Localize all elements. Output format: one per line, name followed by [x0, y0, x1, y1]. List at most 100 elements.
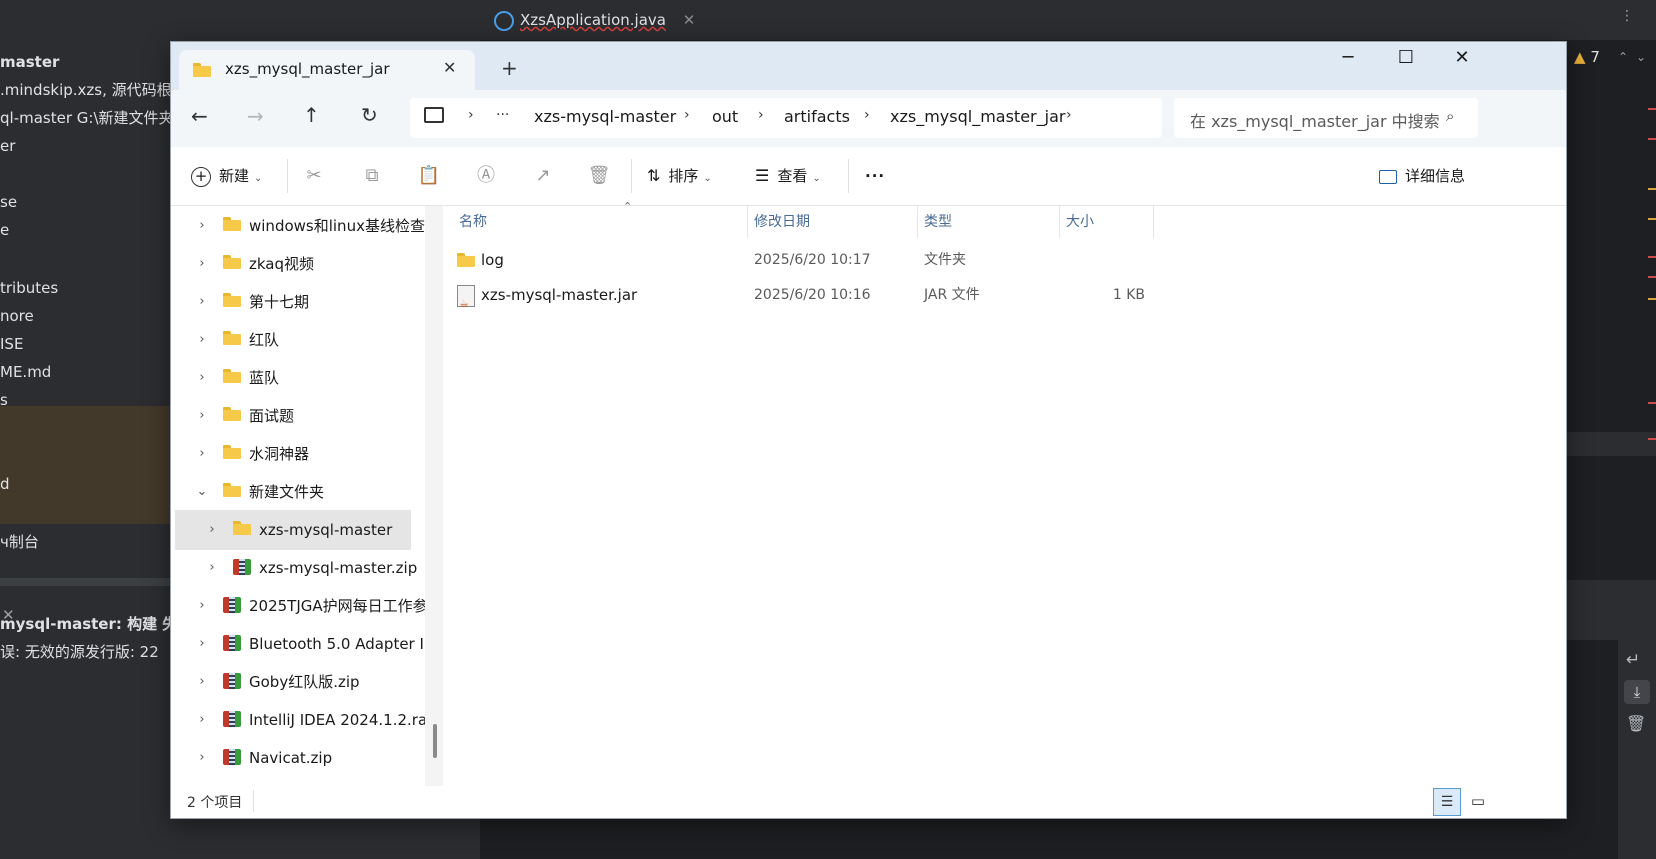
chevron-right-icon[interactable]: › [195, 206, 209, 246]
chevron-right-icon[interactable]: › [195, 244, 209, 284]
nav-item[interactable]: › 红队 [171, 320, 426, 360]
soft-wrap-icon[interactable]: ↵ [1626, 650, 1640, 670]
nav-item[interactable]: ⌄ 新建文件夹 [171, 472, 426, 512]
ide-tree-row[interactable]: tributes [0, 274, 58, 302]
minimize-button[interactable]: ─ [1322, 42, 1374, 74]
chevron-right-icon[interactable]: › [195, 282, 209, 322]
explorer-tab[interactable]: xzs_mysql_master_jar ✕ [179, 50, 475, 90]
column-header-modified[interactable]: 修改日期 [754, 206, 810, 238]
ide-more-icon[interactable]: ⋮ [1620, 8, 1634, 24]
breadcrumb-chevron-icon[interactable]: › [758, 107, 764, 123]
chevron-right-icon[interactable]: › [195, 700, 209, 740]
chevron-right-icon[interactable]: › [195, 624, 209, 664]
scroll-to-end-icon[interactable]: ⤓ [1624, 680, 1650, 704]
ide-tree-row[interactable]: 误: 无效的源发行版: 22 [0, 638, 159, 666]
breadcrumb-chevron-icon[interactable]: › [1066, 107, 1072, 123]
nav-item[interactable]: › 蓝队 [171, 358, 426, 398]
up-button[interactable]: ↑ [303, 103, 320, 127]
share-icon[interactable]: ↗ [528, 161, 558, 191]
column-divider[interactable] [1153, 206, 1154, 238]
ide-tree-row[interactable]: mysql-master: 构建 失败 [0, 610, 192, 638]
new-button[interactable]: + 新建 ⌄ [191, 161, 262, 191]
nav-item[interactable]: › Bluetooth 5.0 Adapter Ir [171, 624, 426, 664]
nav-item[interactable]: › xzs-mysql-master [175, 510, 411, 550]
error-stripe[interactable] [1648, 108, 1656, 110]
breadcrumb-chevron-icon[interactable]: › [468, 107, 474, 123]
address-bar[interactable]: › ··· xzs-mysql-master › out › artifacts… [410, 98, 1162, 138]
ide-tree-row[interactable]: nore [0, 302, 34, 330]
ide-tree-row[interactable]: ч制台 [0, 528, 39, 556]
search-icon[interactable]: ⌕ [1446, 107, 1454, 125]
nav-item[interactable]: › zkaq视频 [171, 244, 426, 284]
nav-item[interactable]: › 面试题 [171, 396, 426, 436]
column-header-type[interactable]: 类型 [924, 206, 952, 238]
back-button[interactable]: ← [191, 104, 208, 128]
breadcrumb-overflow[interactable]: ··· [496, 107, 509, 123]
clear-console-icon[interactable]: 🗑 [1626, 714, 1646, 733]
error-stripe[interactable] [1648, 402, 1656, 404]
error-stripe[interactable] [1648, 438, 1656, 440]
breadcrumb-chevron-icon[interactable]: › [684, 107, 690, 123]
chevron-right-icon[interactable]: › [195, 396, 209, 436]
nav-item[interactable]: › IntelliJ IDEA 2024.1.2.rar [171, 700, 426, 740]
delete-icon[interactable]: 🗑 [584, 161, 614, 191]
ide-tree-row[interactable]: master [0, 48, 59, 76]
nav-item[interactable]: › 水洞神器 [171, 434, 426, 474]
tab-close-icon[interactable]: ✕ [443, 58, 456, 77]
error-stripe[interactable] [1648, 276, 1656, 278]
chevron-down-icon[interactable]: ⌄ [195, 472, 209, 512]
column-divider[interactable] [1059, 206, 1060, 238]
ide-tree-row[interactable]: .mindskip.xzs, 源代码根目 [0, 76, 187, 104]
column-divider[interactable] [747, 206, 748, 238]
nav-item[interactable]: › Goby红队版.zip [171, 662, 426, 702]
breadcrumb-item[interactable]: out [712, 107, 738, 126]
ide-editor-tab[interactable]: XzsApplication.java ✕ [494, 6, 695, 34]
chevron-right-icon[interactable]: › [205, 510, 219, 550]
new-tab-button[interactable]: + [501, 56, 518, 80]
ide-scrollbar[interactable] [0, 578, 170, 586]
chevron-right-icon[interactable]: › [195, 320, 209, 360]
ide-tree-row[interactable]: s [0, 386, 8, 414]
nav-item[interactable]: › windows和linux基线检查 [171, 206, 426, 246]
refresh-button[interactable]: ↻ [361, 103, 378, 127]
nav-scrollbar-thumb[interactable] [433, 724, 437, 758]
file-row[interactable]: log 2025/6/20 10:17 文件夹 [443, 243, 1203, 277]
file-row[interactable]: xzs-mysql-master.jar 2025/6/20 10:16 JAR 文… [443, 278, 1203, 321]
ide-tree-row[interactable]: e [0, 216, 9, 244]
ide-tree-row[interactable]: d [0, 470, 10, 498]
ide-nav-down-icon[interactable]: ⌄ [1636, 50, 1646, 64]
nav-scrollbar[interactable] [425, 206, 443, 786]
sort-button[interactable]: ⇅ 排序 ⌄ [647, 161, 712, 191]
column-header-size[interactable]: 大小 [1066, 206, 1094, 238]
details-view-icon[interactable]: ☰ [1433, 788, 1461, 816]
cut-icon[interactable]: ✂ [299, 161, 329, 191]
ide-tree-row[interactable]: ql-master G:\新建文件夹\ [0, 104, 179, 132]
close-window-button[interactable]: ✕ [1436, 42, 1488, 74]
copy-icon[interactable]: ⧉ [357, 161, 387, 191]
maximize-button[interactable]: ☐ [1380, 42, 1432, 74]
ide-nav-up-icon[interactable]: ⌃ [1618, 50, 1628, 64]
forward-button[interactable]: → [247, 104, 264, 128]
ide-tab-close-icon[interactable]: ✕ [683, 11, 696, 29]
breadcrumb-item[interactable]: xzs-mysql-master [534, 107, 676, 126]
ide-tree-row[interactable]: er [0, 132, 15, 160]
ide-warning-indicator[interactable]: ▲ 7 [1574, 48, 1600, 66]
warning-stripe[interactable] [1648, 188, 1656, 190]
warning-stripe[interactable] [1648, 218, 1656, 220]
ide-tree-row[interactable]: ME.md [0, 358, 51, 386]
breadcrumb-item[interactable]: artifacts [784, 107, 850, 126]
paste-icon[interactable]: 📋 [414, 161, 444, 191]
chevron-right-icon[interactable]: › [205, 548, 219, 588]
nav-item[interactable]: › 2025TJGA护网每日工作参 [171, 586, 426, 626]
nav-item[interactable]: › Navicat.zip [171, 738, 426, 778]
error-stripe[interactable] [1648, 256, 1656, 258]
more-options-button[interactable]: ··· [865, 161, 885, 191]
nav-item[interactable]: › 第十七期 [171, 282, 426, 322]
chevron-right-icon[interactable]: › [195, 662, 209, 702]
view-button[interactable]: ☰ 查看 ⌄ [755, 161, 821, 191]
breadcrumb-item[interactable]: xzs_mysql_master_jar [890, 107, 1065, 126]
chevron-right-icon[interactable]: › [195, 738, 209, 778]
details-pane-button[interactable]: 详细信息 [1379, 161, 1465, 191]
rename-icon[interactable]: Ⓐ [471, 161, 501, 191]
chevron-right-icon[interactable]: › [195, 358, 209, 398]
